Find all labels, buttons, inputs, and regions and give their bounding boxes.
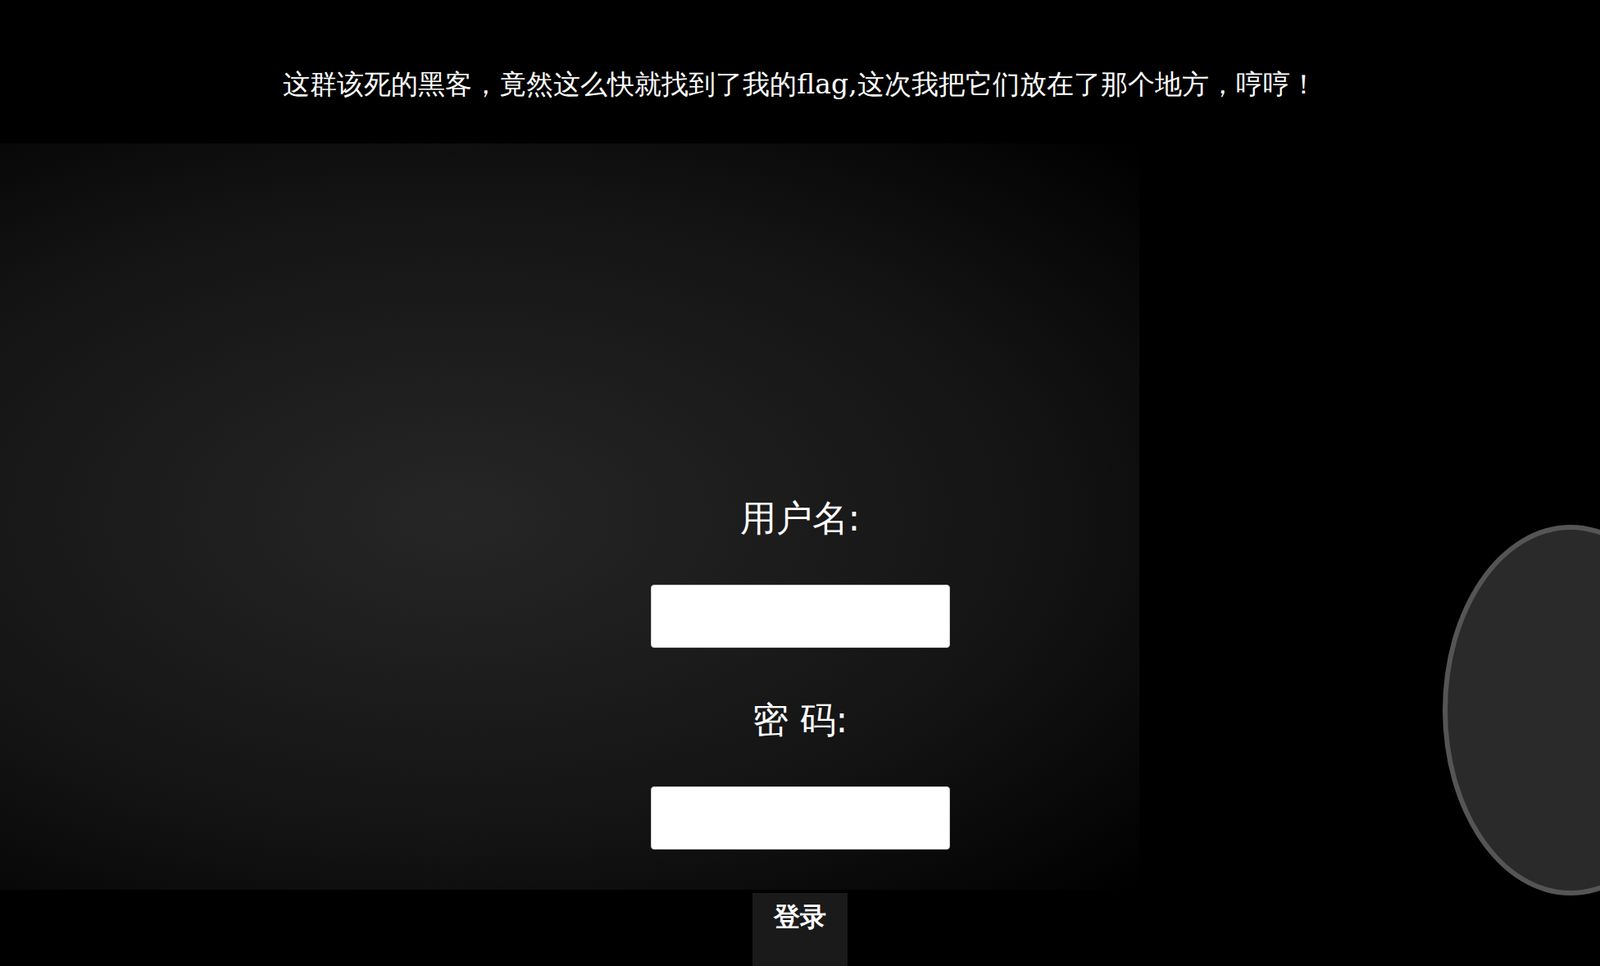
field-label: 用户名: <box>740 497 861 539</box>
form-field: 用户名: <box>650 497 950 648</box>
page-title: 这群该死的黑客，竟然这么快就找到了我的flag,这次我把它们放在了那个地方，哼哼… <box>282 66 1317 103</box>
text-input[interactable] <box>650 584 950 648</box>
field-label: 密 码: <box>752 699 849 741</box>
login-button[interactable]: 登录 <box>752 892 848 966</box>
text-input[interactable] <box>650 786 950 850</box>
background-photo <box>0 143 1140 890</box>
background-shape <box>1442 524 1600 896</box>
login-form: 用户名: 密 码: 登录 <box>650 497 950 966</box>
login-page: 这群该死的黑客，竟然这么快就找到了我的flag,这次我把它们放在了那个地方，哼哼… <box>0 0 1600 966</box>
form-field: 密 码: <box>650 699 950 850</box>
